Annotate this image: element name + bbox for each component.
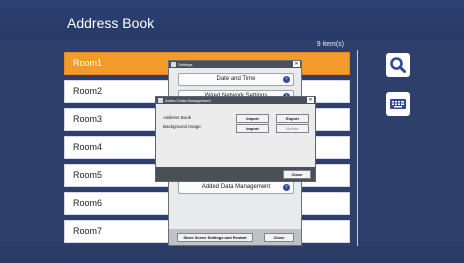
footer-bar — [0, 246, 464, 263]
item-count: 9 item(s) — [316, 41, 344, 48]
window-icon — [158, 98, 163, 103]
settings-footer: Store Scene Settings and Restart Close — [169, 229, 301, 245]
keyboard-icon — [390, 99, 406, 109]
keyboard-button[interactable] — [386, 92, 410, 116]
scroll-track[interactable] — [357, 50, 358, 246]
adm-title: Added Data Management — [165, 98, 211, 103]
settings-title-bar: Settings ✕ — [169, 61, 301, 68]
arrow-right-icon: › — [283, 184, 290, 191]
close-icon[interactable]: ✕ — [307, 97, 314, 103]
adm-footer: Close — [156, 167, 315, 181]
added-data-management-label: Added Data Management — [201, 184, 271, 190]
address-book-export-button[interactable]: Export — [276, 114, 309, 123]
address-book-import-button[interactable]: Import — [236, 114, 269, 123]
address-book-label: Address Book — [163, 115, 192, 120]
search-icon — [390, 57, 406, 73]
store-restart-button[interactable]: Store Scene Settings and Restart — [177, 233, 253, 242]
arrow-right-icon: › — [283, 76, 290, 83]
adm-title-bar: Added Data Management ✕ — [156, 97, 315, 104]
page-title: Address Book — [67, 15, 155, 31]
background-image-label: Background Image — [163, 124, 201, 129]
background-image-delete-button[interactable]: Delete — [276, 124, 309, 133]
date-time-button[interactable]: Date and Time › — [178, 73, 294, 86]
settings-close-button[interactable]: Close — [264, 233, 294, 242]
settings-title: Settings — [178, 62, 193, 67]
date-time-label: Date and Time — [216, 76, 256, 82]
window-icon — [171, 62, 176, 67]
background-image-import-button[interactable]: Import — [236, 124, 269, 133]
added-data-management-dialog: Added Data Management ✕ Address Book Imp… — [155, 96, 316, 182]
search-button[interactable] — [386, 53, 410, 77]
adm-close-button[interactable]: Close — [283, 170, 311, 179]
added-data-management-button[interactable]: Added Data Management › — [178, 181, 294, 194]
close-icon[interactable]: ✕ — [293, 61, 300, 67]
